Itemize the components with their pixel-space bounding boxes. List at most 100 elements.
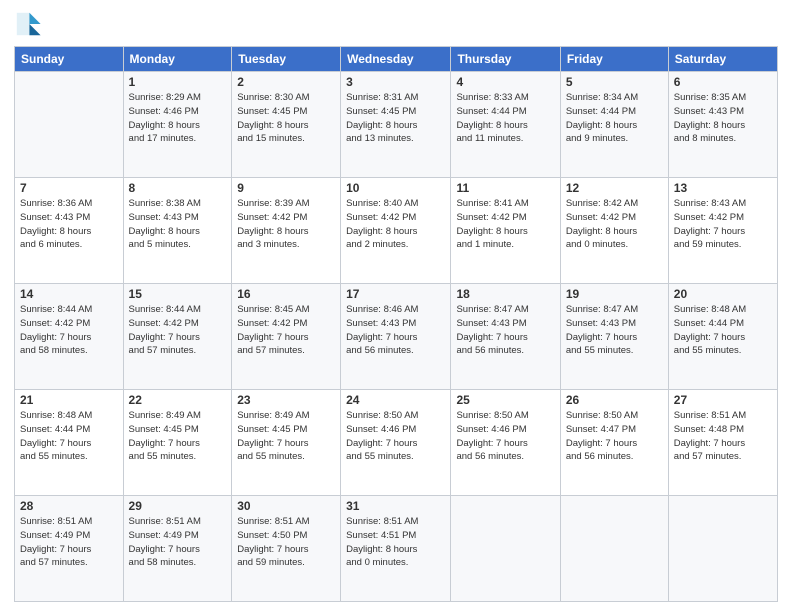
calendar-cell: 16 Sunrise: 8:45 AMSunset: 4:42 PMDayligh…: [232, 284, 341, 390]
day-number: 8: [129, 181, 227, 195]
calendar-table: SundayMondayTuesdayWednesdayThursdayFrid…: [14, 46, 778, 602]
day-number: 1: [129, 75, 227, 89]
day-number: 16: [237, 287, 335, 301]
day-info: Sunrise: 8:43 AMSunset: 4:42 PMDaylight:…: [674, 197, 772, 252]
day-number: 24: [346, 393, 445, 407]
day-number: 23: [237, 393, 335, 407]
day-number: 5: [566, 75, 663, 89]
day-number: 17: [346, 287, 445, 301]
day-info: Sunrise: 8:47 AMSunset: 4:43 PMDaylight:…: [566, 303, 663, 358]
calendar-cell: 31 Sunrise: 8:51 AMSunset: 4:51 PMDayligh…: [341, 496, 451, 602]
calendar-cell: 23 Sunrise: 8:49 AMSunset: 4:45 PMDayligh…: [232, 390, 341, 496]
calendar-cell: 7 Sunrise: 8:36 AMSunset: 4:43 PMDaylight…: [15, 178, 124, 284]
page: SundayMondayTuesdayWednesdayThursdayFrid…: [0, 0, 792, 612]
day-number: 18: [456, 287, 554, 301]
day-info: Sunrise: 8:51 AMSunset: 4:49 PMDaylight:…: [20, 515, 118, 570]
day-info: Sunrise: 8:39 AMSunset: 4:42 PMDaylight:…: [237, 197, 335, 252]
calendar-cell: 1 Sunrise: 8:29 AMSunset: 4:46 PMDaylight…: [123, 72, 232, 178]
day-info: Sunrise: 8:36 AMSunset: 4:43 PMDaylight:…: [20, 197, 118, 252]
day-info: Sunrise: 8:30 AMSunset: 4:45 PMDaylight:…: [237, 91, 335, 146]
day-info: Sunrise: 8:47 AMSunset: 4:43 PMDaylight:…: [456, 303, 554, 358]
calendar-cell: 5Sunrise: 8:34 AMSunset: 4:44 PMDaylight…: [560, 72, 668, 178]
day-number: 20: [674, 287, 772, 301]
day-number: 22: [129, 393, 227, 407]
calendar-cell: 30Sunrise: 8:51 AMSunset: 4:50 PMDayligh…: [232, 496, 341, 602]
calendar-cell: 14 Sunrise: 8:44 AMSunset: 4:42 PMDayligh…: [15, 284, 124, 390]
day-info: Sunrise: 8:51 AMSunset: 4:51 PMDaylight:…: [346, 515, 445, 570]
day-number: 21: [20, 393, 118, 407]
calendar-cell: 4Sunrise: 8:33 AMSunset: 4:44 PMDaylight…: [451, 72, 560, 178]
day-number: 13: [674, 181, 772, 195]
calendar-cell: [451, 496, 560, 602]
day-number: 10: [346, 181, 445, 195]
calendar-week-5: 28Sunrise: 8:51 AMSunset: 4:49 PMDayligh…: [15, 496, 778, 602]
calendar-week-3: 14 Sunrise: 8:44 AMSunset: 4:42 PMDayligh…: [15, 284, 778, 390]
day-number: 19: [566, 287, 663, 301]
calendar-cell: 2 Sunrise: 8:30 AMSunset: 4:45 PMDaylight…: [232, 72, 341, 178]
calendar-cell: 24 Sunrise: 8:50 AMSunset: 4:46 PMDayligh…: [341, 390, 451, 496]
column-header-thursday: Thursday: [451, 47, 560, 72]
calendar-cell: 21 Sunrise: 8:48 AMSunset: 4:44 PMDayligh…: [15, 390, 124, 496]
column-header-friday: Friday: [560, 47, 668, 72]
day-info: Sunrise: 8:49 AMSunset: 4:45 PMDaylight:…: [129, 409, 227, 464]
day-info: Sunrise: 8:38 AMSunset: 4:43 PMDaylight:…: [129, 197, 227, 252]
calendar-cell: 29 Sunrise: 8:51 AMSunset: 4:49 PMDayligh…: [123, 496, 232, 602]
calendar-cell: 8 Sunrise: 8:38 AMSunset: 4:43 PMDaylight…: [123, 178, 232, 284]
calendar-cell: 19 Sunrise: 8:47 AMSunset: 4:43 PMDayligh…: [560, 284, 668, 390]
calendar-cell: 27Sunrise: 8:51 AMSunset: 4:48 PMDayligh…: [668, 390, 777, 496]
calendar-cell: 20 Sunrise: 8:48 AMSunset: 4:44 PMDayligh…: [668, 284, 777, 390]
day-info: Sunrise: 8:41 AMSunset: 4:42 PMDaylight:…: [456, 197, 554, 252]
day-info: Sunrise: 8:48 AMSunset: 4:44 PMDaylight:…: [20, 409, 118, 464]
day-number: 26: [566, 393, 663, 407]
calendar-cell: [15, 72, 124, 178]
day-info: Sunrise: 8:31 AMSunset: 4:45 PMDaylight:…: [346, 91, 445, 146]
calendar-week-4: 21 Sunrise: 8:48 AMSunset: 4:44 PMDayligh…: [15, 390, 778, 496]
day-number: 11: [456, 181, 554, 195]
day-info: Sunrise: 8:50 AMSunset: 4:46 PMDaylight:…: [346, 409, 445, 464]
calendar-week-2: 7 Sunrise: 8:36 AMSunset: 4:43 PMDaylight…: [15, 178, 778, 284]
day-info: Sunrise: 8:49 AMSunset: 4:45 PMDaylight:…: [237, 409, 335, 464]
calendar-cell: 11 Sunrise: 8:41 AMSunset: 4:42 PMDayligh…: [451, 178, 560, 284]
logo-icon: [14, 10, 42, 38]
day-info: Sunrise: 8:51 AMSunset: 4:49 PMDaylight:…: [129, 515, 227, 570]
calendar-cell: 13 Sunrise: 8:43 AMSunset: 4:42 PMDayligh…: [668, 178, 777, 284]
day-info: Sunrise: 8:48 AMSunset: 4:44 PMDaylight:…: [674, 303, 772, 358]
calendar-cell: 18 Sunrise: 8:47 AMSunset: 4:43 PMDayligh…: [451, 284, 560, 390]
day-number: 14: [20, 287, 118, 301]
day-number: 15: [129, 287, 227, 301]
calendar-cell: [560, 496, 668, 602]
day-info: Sunrise: 8:51 AMSunset: 4:48 PMDaylight:…: [674, 409, 772, 464]
calendar-cell: 15 Sunrise: 8:44 AMSunset: 4:42 PMDayligh…: [123, 284, 232, 390]
day-info: Sunrise: 8:45 AMSunset: 4:42 PMDaylight:…: [237, 303, 335, 358]
day-info: Sunrise: 8:44 AMSunset: 4:42 PMDaylight:…: [20, 303, 118, 358]
day-info: Sunrise: 8:42 AMSunset: 4:42 PMDaylight:…: [566, 197, 663, 252]
day-info: Sunrise: 8:35 AMSunset: 4:43 PMDaylight:…: [674, 91, 772, 146]
day-number: 31: [346, 499, 445, 513]
calendar-cell: 26 Sunrise: 8:50 AMSunset: 4:47 PMDayligh…: [560, 390, 668, 496]
day-number: 30: [237, 499, 335, 513]
day-number: 9: [237, 181, 335, 195]
calendar-cell: 10Sunrise: 8:40 AMSunset: 4:42 PMDayligh…: [341, 178, 451, 284]
day-info: Sunrise: 8:44 AMSunset: 4:42 PMDaylight:…: [129, 303, 227, 358]
column-header-monday: Monday: [123, 47, 232, 72]
day-info: Sunrise: 8:33 AMSunset: 4:44 PMDaylight:…: [456, 91, 554, 146]
day-info: Sunrise: 8:50 AMSunset: 4:46 PMDaylight:…: [456, 409, 554, 464]
calendar-cell: 25Sunrise: 8:50 AMSunset: 4:46 PMDayligh…: [451, 390, 560, 496]
calendar-cell: [668, 496, 777, 602]
logo: [14, 10, 46, 38]
calendar-cell: 28Sunrise: 8:51 AMSunset: 4:49 PMDayligh…: [15, 496, 124, 602]
day-number: 2: [237, 75, 335, 89]
header: [14, 10, 778, 38]
day-number: 12: [566, 181, 663, 195]
calendar-cell: 6Sunrise: 8:35 AMSunset: 4:43 PMDaylight…: [668, 72, 777, 178]
day-info: Sunrise: 8:50 AMSunset: 4:47 PMDaylight:…: [566, 409, 663, 464]
column-header-saturday: Saturday: [668, 47, 777, 72]
calendar-cell: 22 Sunrise: 8:49 AMSunset: 4:45 PMDayligh…: [123, 390, 232, 496]
day-info: Sunrise: 8:29 AMSunset: 4:46 PMDaylight:…: [129, 91, 227, 146]
calendar-header-row: SundayMondayTuesdayWednesdayThursdayFrid…: [15, 47, 778, 72]
day-number: 7: [20, 181, 118, 195]
day-number: 29: [129, 499, 227, 513]
calendar-cell: 3Sunrise: 8:31 AMSunset: 4:45 PMDaylight…: [341, 72, 451, 178]
calendar-cell: 9 Sunrise: 8:39 AMSunset: 4:42 PMDaylight…: [232, 178, 341, 284]
column-header-tuesday: Tuesday: [232, 47, 341, 72]
